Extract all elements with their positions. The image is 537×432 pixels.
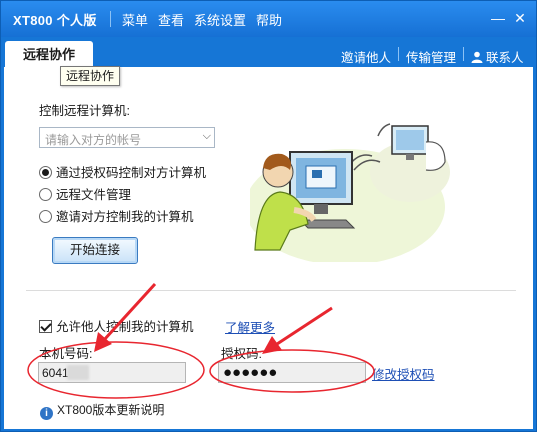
machine-id-field[interactable]: 6041 bbox=[38, 362, 186, 383]
close-icon[interactable]: ✕ bbox=[511, 9, 529, 27]
menu-menu[interactable]: 菜单 bbox=[122, 10, 148, 29]
account-placeholder: 请输入对方的帐号 bbox=[45, 133, 142, 147]
allow-label: 允许他人控制我的计算机 bbox=[56, 320, 194, 334]
control-section-label: 控制远程计算机: bbox=[39, 104, 130, 118]
contacts-label: 联系人 bbox=[486, 51, 524, 65]
contacts-link[interactable]: 联系人 bbox=[471, 47, 524, 66]
auth-code-label: 授权码: bbox=[221, 347, 262, 361]
tab-tooltip: 远程协作 bbox=[60, 66, 121, 86]
auth-code-field[interactable]: ●●●●●● bbox=[218, 362, 366, 383]
radio-label: 通过授权码控制对方计算机 bbox=[56, 166, 207, 180]
link-separator bbox=[463, 47, 464, 61]
remote-control-illustration bbox=[250, 123, 450, 262]
app-title: XT800 个人版 bbox=[13, 13, 97, 28]
section-divider bbox=[26, 290, 516, 291]
minimize-icon[interactable]: — bbox=[489, 9, 507, 27]
machine-id-label: 本机号码: bbox=[39, 347, 93, 361]
radio-auth-code[interactable]: 通过授权码控制对方计算机 bbox=[39, 162, 206, 181]
title-separator bbox=[110, 11, 111, 27]
menu-settings[interactable]: 系统设置 bbox=[194, 10, 246, 29]
menu-view[interactable]: 查看 bbox=[158, 10, 184, 29]
checkbox[interactable] bbox=[39, 320, 52, 333]
allow-control-checkbox[interactable]: 允许他人控制我的计算机 bbox=[39, 316, 194, 335]
radio-button[interactable] bbox=[39, 166, 52, 179]
invite-link[interactable]: 邀请他人 bbox=[341, 47, 391, 66]
learn-more-link[interactable]: 了解更多 bbox=[225, 317, 275, 336]
radio-file-manager[interactable]: 远程文件管理 bbox=[39, 184, 131, 203]
tab-remote-collaboration[interactable]: 远程协作 bbox=[5, 41, 93, 68]
radio-label: 邀请对方控制我的计算机 bbox=[56, 210, 194, 224]
radio-button[interactable] bbox=[39, 188, 52, 201]
menu-help[interactable]: 帮助 bbox=[256, 10, 282, 29]
account-input[interactable]: 请输入对方的帐号 ⌵ bbox=[39, 127, 215, 148]
start-connect-button[interactable]: 开始连接 bbox=[52, 237, 138, 264]
title-bar: XT800 个人版 菜单 查看 系统设置 帮助 — ✕ bbox=[1, 1, 536, 37]
radio-invite-control[interactable]: 邀请对方控制我的计算机 bbox=[39, 206, 194, 225]
person-icon bbox=[471, 51, 483, 63]
auth-code-value: ●●●●●● bbox=[223, 364, 278, 381]
link-separator bbox=[398, 47, 399, 61]
radio-button[interactable] bbox=[39, 210, 52, 223]
radio-label: 远程文件管理 bbox=[56, 188, 132, 202]
info-icon: i bbox=[40, 407, 53, 420]
chevron-down-icon[interactable]: ⌵ bbox=[203, 130, 211, 143]
modify-auth-code-link[interactable]: 修改授权码 bbox=[372, 364, 435, 383]
update-notes-label: XT800版本更新说明 bbox=[57, 403, 165, 417]
update-notes-link[interactable]: i XT800版本更新说明 bbox=[40, 401, 164, 420]
transfer-link[interactable]: 传输管理 bbox=[406, 47, 456, 66]
machine-id-value: 6041 bbox=[42, 366, 69, 380]
redacted-region bbox=[67, 365, 89, 380]
